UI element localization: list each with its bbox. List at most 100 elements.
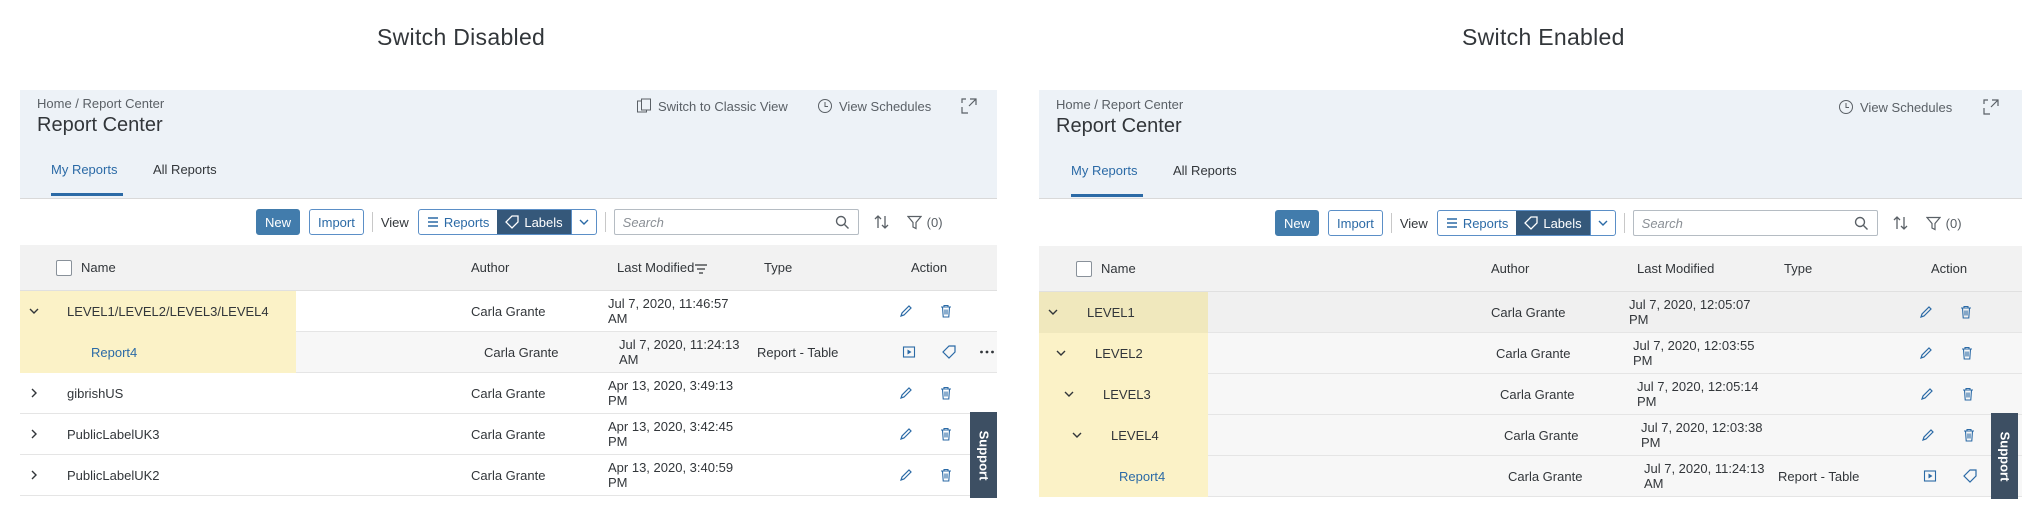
- col-author[interactable]: Author: [1491, 261, 1529, 276]
- report-link[interactable]: Report4: [1119, 469, 1165, 484]
- chevron-down-icon[interactable]: [27, 304, 41, 318]
- filter-button[interactable]: (0): [906, 215, 943, 230]
- edit-icon[interactable]: [899, 304, 913, 318]
- breadcrumb[interactable]: Home / Report Center: [1056, 97, 1183, 112]
- labels-segment[interactable]: Labels: [497, 210, 571, 234]
- col-name[interactable]: Name: [81, 260, 116, 275]
- edit-icon[interactable]: [1921, 428, 1935, 442]
- page-header: Home / Report Center Report Center View …: [1039, 90, 2022, 199]
- tag-icon[interactable]: [942, 345, 956, 359]
- import-button[interactable]: Import: [1328, 210, 1383, 236]
- table-header: Name Author Last Modified Type Action: [1039, 246, 2022, 292]
- view-schedules-button[interactable]: View Schedules: [817, 98, 931, 114]
- breadcrumb[interactable]: Home / Report Center: [37, 96, 164, 111]
- fullscreen-button[interactable]: [961, 98, 977, 114]
- import-button[interactable]: Import: [309, 209, 364, 235]
- row-modified: Jul 7, 2020, 12:03:38 PM: [1641, 420, 1763, 450]
- labels-segment[interactable]: Labels: [1516, 211, 1590, 235]
- search-input[interactable]: Search: [1632, 210, 1878, 236]
- edit-icon[interactable]: [899, 468, 913, 482]
- chevron-down-icon[interactable]: [1062, 387, 1076, 401]
- select-all-checkbox[interactable]: [56, 260, 72, 276]
- chevron-down-icon[interactable]: [1054, 346, 1068, 360]
- search-input[interactable]: Search: [613, 209, 859, 235]
- edit-icon[interactable]: [899, 427, 913, 441]
- chevron-down-icon[interactable]: [1046, 305, 1060, 319]
- classic-view-icon: [637, 98, 651, 113]
- col-type[interactable]: Type: [764, 260, 792, 275]
- delete-icon[interactable]: [939, 427, 953, 441]
- chevron-right-icon[interactable]: [27, 386, 41, 400]
- table-row[interactable]: Report4 Carla Grante Jul 7, 2020, 11:24:…: [1039, 456, 2022, 497]
- tab-my-reports[interactable]: My Reports: [51, 162, 117, 177]
- col-author[interactable]: Author: [471, 260, 509, 275]
- edit-icon[interactable]: [899, 386, 913, 400]
- sort-button[interactable]: [873, 214, 891, 230]
- search-icon[interactable]: [1854, 216, 1869, 231]
- col-last-modified[interactable]: Last Modified: [1637, 261, 1714, 276]
- table-row[interactable]: LEVEL4 Carla Grante Jul 7, 2020, 12:03:3…: [1039, 415, 2022, 456]
- search-placeholder: Search: [622, 214, 664, 230]
- fullscreen-button[interactable]: [1983, 99, 1999, 115]
- row-author: Carla Grante: [484, 345, 559, 360]
- view-label: View: [1399, 215, 1428, 231]
- tab-my-reports[interactable]: My Reports: [1071, 163, 1137, 178]
- table-row[interactable]: LEVEL1 Carla Grante Jul 7, 2020, 12:05:0…: [1039, 292, 2022, 333]
- row-author: Carla Grante: [471, 304, 546, 319]
- row-modified: Jul 7, 2020, 11:46:57 AM: [608, 296, 729, 326]
- search-icon[interactable]: [835, 215, 850, 230]
- tab-all-reports[interactable]: All Reports: [153, 162, 217, 177]
- run-icon[interactable]: [902, 345, 916, 359]
- table-row[interactable]: PublicLabelUK3 Carla Grante Apr 13, 2020…: [20, 414, 997, 455]
- select-all-checkbox[interactable]: [1076, 261, 1092, 277]
- delete-icon[interactable]: [1962, 428, 1976, 442]
- row-modified: Jul 7, 2020, 12:05:07 PM: [1629, 297, 1751, 327]
- chevron-down-icon[interactable]: [1070, 428, 1084, 442]
- col-last-modified[interactable]: Last Modified: [617, 260, 708, 275]
- tag-icon[interactable]: [1963, 469, 1977, 483]
- filter-button[interactable]: (0): [1925, 216, 1962, 231]
- toolbar-divider: [604, 212, 606, 232]
- delete-icon[interactable]: [1961, 387, 1975, 401]
- page-title: Report Center: [1056, 115, 1182, 137]
- more-icon[interactable]: [979, 345, 995, 359]
- edit-icon[interactable]: [1920, 387, 1934, 401]
- col-type[interactable]: Type: [1784, 261, 1812, 276]
- delete-icon[interactable]: [939, 304, 953, 318]
- table-row[interactable]: LEVEL3 Carla Grante Jul 7, 2020, 12:05:1…: [1039, 374, 2022, 415]
- row-name: LEVEL2: [1095, 346, 1143, 361]
- delete-icon[interactable]: [939, 386, 953, 400]
- table-row[interactable]: PublicLabelUK2 Carla Grante Apr 13, 2020…: [20, 455, 997, 496]
- view-schedules-button[interactable]: View Schedules: [1838, 99, 1952, 115]
- delete-icon[interactable]: [1959, 305, 1973, 319]
- table-row[interactable]: gibrishUS Carla Grante Apr 13, 2020, 3:4…: [20, 373, 997, 414]
- switch-classic-view-button[interactable]: Switch to Classic View: [636, 98, 788, 114]
- row-author: Carla Grante: [471, 427, 546, 442]
- chevron-right-icon[interactable]: [27, 468, 41, 482]
- sort-button[interactable]: [1892, 215, 1910, 231]
- reports-segment[interactable]: Reports: [1438, 211, 1517, 235]
- table-row[interactable]: Report4 Carla Grante Jul 7, 2020, 11:24:…: [20, 332, 997, 373]
- row-name: LEVEL1: [1087, 305, 1135, 320]
- support-tab[interactable]: Support: [970, 412, 997, 498]
- table-row[interactable]: LEVEL1/LEVEL2/LEVEL3/LEVEL4 Carla Grante…: [20, 291, 997, 332]
- table-row[interactable]: LEVEL2 Carla Grante Jul 7, 2020, 12:03:5…: [1039, 333, 2022, 374]
- toolbar-divider: [1623, 213, 1625, 233]
- new-button[interactable]: New: [256, 209, 301, 235]
- support-tab[interactable]: Support: [1991, 413, 2018, 499]
- view-dropdown[interactable]: [570, 210, 596, 234]
- report-link[interactable]: Report4: [91, 345, 137, 360]
- reports-segment[interactable]: Reports: [419, 210, 498, 234]
- tab-all-reports[interactable]: All Reports: [1173, 163, 1237, 178]
- delete-icon[interactable]: [939, 468, 953, 482]
- tag-icon: [1524, 216, 1538, 230]
- page-title: Report Center: [37, 114, 163, 136]
- edit-icon[interactable]: [1919, 305, 1933, 319]
- run-icon[interactable]: [1923, 469, 1937, 483]
- chevron-right-icon[interactable]: [27, 427, 41, 441]
- view-dropdown[interactable]: [1589, 211, 1615, 235]
- delete-icon[interactable]: [1960, 346, 1974, 360]
- col-name[interactable]: Name: [1101, 261, 1136, 276]
- new-button[interactable]: New: [1275, 210, 1320, 236]
- edit-icon[interactable]: [1919, 346, 1933, 360]
